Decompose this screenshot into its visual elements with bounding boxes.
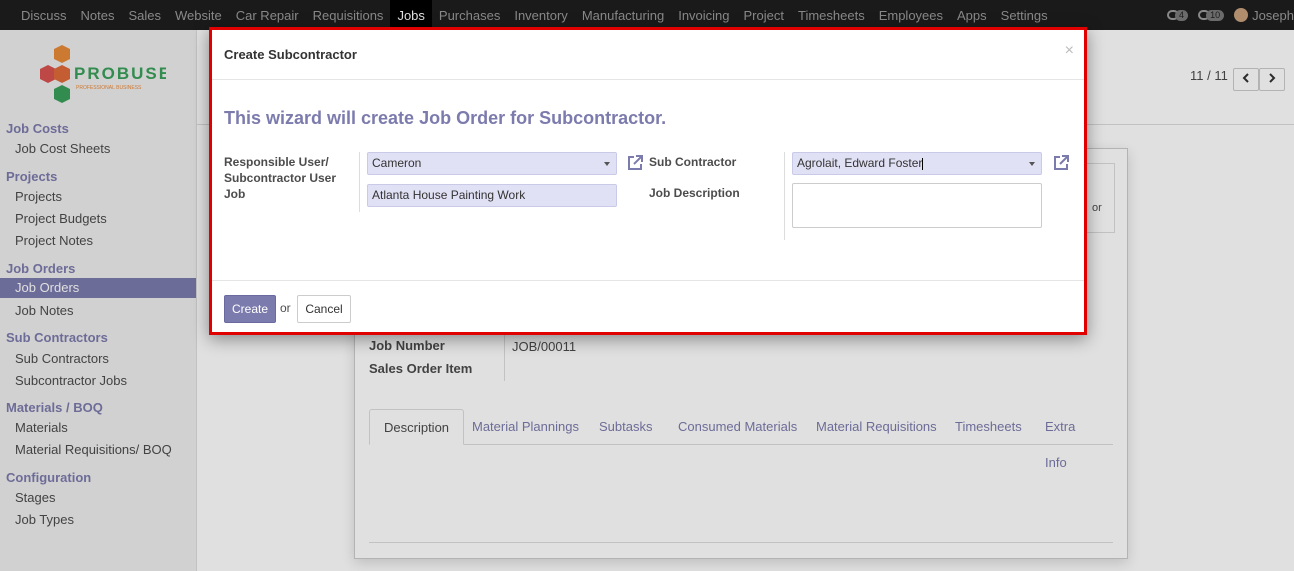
wizard-intro: This wizard will create Job Order for Su… <box>224 108 667 128</box>
job-label: Job <box>224 187 246 201</box>
chevron-down-icon <box>1029 162 1035 166</box>
job-description-label: Job Description <box>649 186 740 200</box>
dialog-header: Create Subcontractor × <box>212 30 1084 80</box>
responsible-user-label-line2: Subcontractor User <box>224 171 337 185</box>
responsible-user-label: Responsible User/ Subcontractor User Job <box>224 154 336 202</box>
responsible-user-select[interactable]: Cameron <box>367 152 617 175</box>
job-value: Atlanta House Painting Work <box>372 188 526 202</box>
responsible-user-value: Cameron <box>372 156 422 170</box>
sub-contractor-select[interactable]: Agrolait, Edward Foster <box>792 152 1042 175</box>
sub-contractor-label: Sub Contractor <box>649 155 737 169</box>
external-link-icon[interactable] <box>626 154 644 172</box>
dialog-title: Create Subcontractor <box>224 47 357 62</box>
close-icon[interactable]: × <box>1065 42 1074 60</box>
chevron-down-icon <box>604 162 610 166</box>
responsible-user-label-line1: Responsible User/ <box>224 155 329 169</box>
job-description-textarea[interactable] <box>792 183 1042 228</box>
dialog-footer: Create or Cancel <box>212 280 1084 332</box>
left-field-divider <box>359 152 360 212</box>
job-input[interactable]: Atlanta House Painting Work <box>367 184 617 207</box>
text-cursor <box>922 157 924 170</box>
sub-contractor-value: Agrolait, Edward Foster <box>797 156 923 170</box>
external-link-icon[interactable] <box>1052 154 1070 172</box>
cancel-button[interactable]: Cancel <box>297 295 351 323</box>
or-text: or <box>280 301 291 315</box>
create-subcontractor-dialog: Create Subcontractor × This wizard will … <box>209 27 1087 335</box>
create-button[interactable]: Create <box>224 295 276 323</box>
right-field-divider <box>784 152 785 240</box>
